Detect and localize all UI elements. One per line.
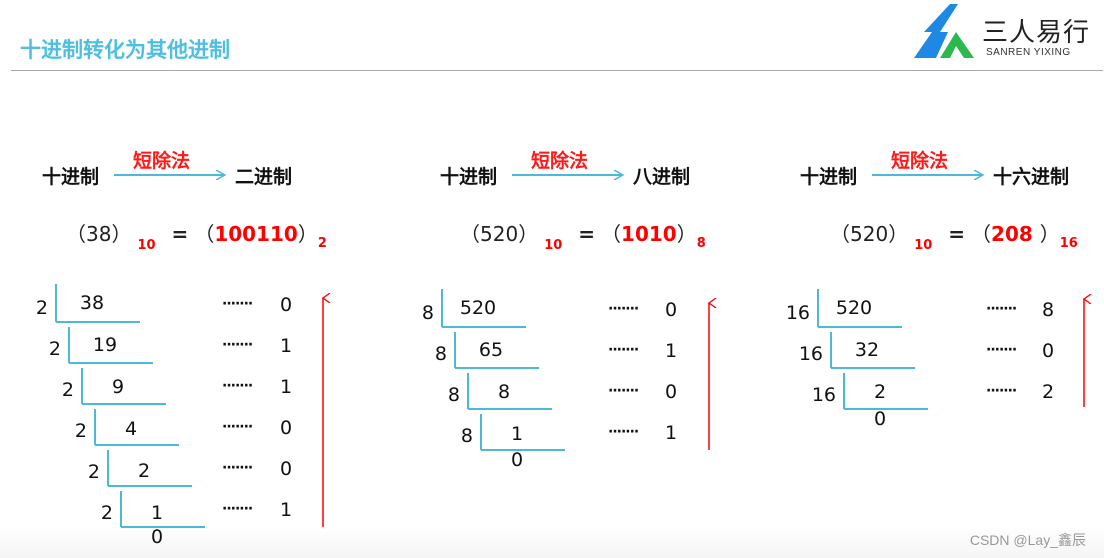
divisor: 8 (447, 384, 460, 406)
dots: ······· (222, 337, 253, 353)
dividend: 2 (137, 460, 151, 482)
remainder: 2 (1042, 381, 1055, 403)
divisor: 2 (87, 461, 100, 483)
remainder: 0 (280, 294, 293, 316)
divisor: 2 (61, 379, 74, 401)
remainder: 8 (1042, 299, 1055, 321)
dividend: 4 (124, 418, 138, 440)
divisor: 8 (460, 425, 473, 447)
result-base: 8 (696, 236, 706, 251)
rparen: ） (518, 222, 539, 246)
input-value: 38 (86, 222, 112, 246)
rparen: ） (297, 222, 318, 246)
remainder: 0 (665, 299, 678, 321)
final-quotient: 0 (873, 408, 887, 430)
remainder: 0 (665, 381, 678, 403)
input-value: 520 (480, 222, 519, 246)
rparen: ） (676, 222, 697, 246)
result-value: 208 (991, 222, 1040, 246)
input-base: 10 (544, 238, 563, 253)
dividend: 32 (854, 339, 880, 361)
divisor: 8 (434, 343, 447, 365)
dots: ······· (222, 419, 253, 435)
dots: ······· (986, 301, 1017, 317)
remainder: 1 (665, 340, 678, 362)
dividend: 520 (459, 297, 497, 319)
lparen: （ (830, 222, 850, 246)
equals: = (578, 222, 596, 246)
dividend: 65 (478, 339, 504, 361)
lparen: （ (66, 222, 86, 246)
dividend: 8 (497, 381, 511, 403)
equation: （520） 10 = （208 ）16 (830, 218, 1078, 253)
result-value: 1010 (621, 222, 677, 246)
method-label: 短除法 (531, 150, 589, 172)
dots: ······· (608, 424, 639, 440)
remainder: 1 (280, 335, 293, 357)
dots: ······· (986, 342, 1017, 358)
rparen: ） (111, 222, 132, 246)
dots: ······· (222, 296, 253, 312)
divisor: 16 (785, 302, 810, 324)
divisor: 16 (811, 384, 836, 406)
dividend: 19 (92, 334, 118, 356)
equation: （520） 10 = （1010）8 (460, 218, 706, 253)
divisor: 2 (74, 420, 87, 442)
divisor: 2 (48, 338, 61, 360)
remainder: 0 (280, 417, 293, 439)
final-quotient: 0 (510, 449, 524, 471)
divisor: 2 (35, 297, 48, 319)
result-base: 2 (317, 236, 327, 251)
dots: ······· (986, 383, 1017, 399)
to-base-label: 十六进制 (993, 166, 1070, 188)
dots: ······· (222, 378, 253, 394)
remainder: 0 (1042, 340, 1055, 362)
dividend: 2 (873, 381, 887, 403)
to-base-label: 二进制 (235, 166, 293, 188)
lparen: （ (601, 222, 622, 246)
input-base: 10 (137, 238, 156, 253)
dividend: 9 (111, 376, 125, 398)
method-label: 短除法 (133, 150, 191, 172)
dividend: 38 (79, 292, 105, 314)
from-base-label: 十进制 (440, 166, 498, 188)
equals: = (948, 222, 966, 246)
remainder: 0 (280, 458, 293, 480)
equation: （38） 10 = （100110）2 (66, 218, 327, 253)
divisor: 2 (100, 502, 113, 524)
final-quotient: 0 (150, 526, 164, 548)
from-base-label: 十进制 (800, 166, 858, 188)
remainder: 1 (280, 499, 293, 521)
lparen: （ (971, 222, 992, 246)
input-value: 520 (850, 222, 889, 246)
diagram-lines (55, 0, 1104, 528)
from-base-label: 十进制 (42, 166, 100, 188)
lparen: （ (194, 222, 215, 246)
dots: ······· (608, 342, 639, 358)
equals: = (171, 222, 189, 246)
result-base: 16 (1059, 236, 1078, 251)
dividend: 1 (150, 502, 164, 524)
rparen: ） (888, 222, 909, 246)
result-value: 100110 (214, 222, 298, 246)
watermark: CSDN @Lay_鑫辰 (969, 532, 1086, 548)
dividend: 1 (510, 423, 524, 445)
dots: ······· (608, 301, 639, 317)
divisor: 16 (798, 343, 823, 365)
dots: ······· (222, 460, 253, 476)
rparen: ） (1039, 222, 1060, 246)
to-base-label: 八进制 (633, 166, 691, 188)
divisor: 8 (421, 302, 434, 324)
input-base: 10 (914, 238, 933, 253)
method-label: 短除法 (891, 150, 949, 172)
dividend: 520 (835, 297, 873, 319)
dots: ······· (222, 501, 253, 517)
remainder: 1 (280, 376, 293, 398)
dots: ······· (608, 383, 639, 399)
lparen: （ (460, 222, 480, 246)
remainder: 1 (665, 422, 678, 444)
